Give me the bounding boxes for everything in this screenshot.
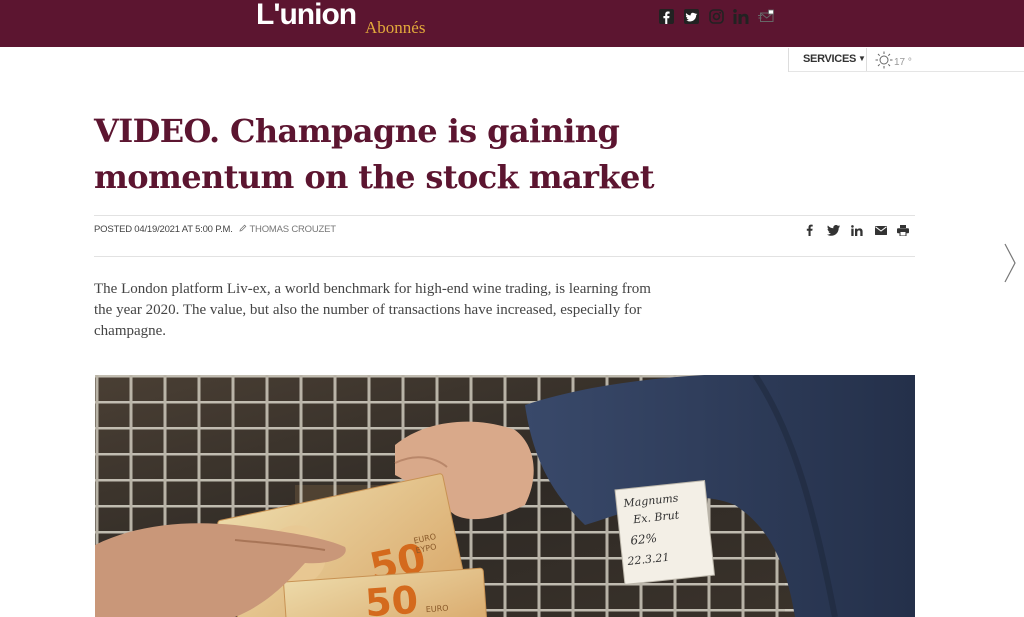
posted-date: POSTED 04/19/2021 AT 5:00 P.M.: [94, 224, 233, 235]
price-tag: Magnums Ex. Brut 62% 22.3.21: [614, 480, 716, 586]
author-name: THOMAS CROUZET: [249, 224, 336, 235]
weather-temperature: 17 °: [894, 57, 912, 68]
banknote-currency: EURO: [425, 604, 448, 615]
utility-underline: [789, 71, 1024, 72]
instagram-icon[interactable]: [708, 7, 725, 25]
article-meta: POSTED 04/19/2021 AT 5:00 P.M. THOMAS CR…: [94, 224, 336, 235]
twitter-icon[interactable]: [683, 7, 700, 25]
article-lede: The London platform Liv-ex, a world benc…: [94, 281, 651, 339]
share-mail-icon[interactable]: [874, 223, 888, 237]
facebook-icon[interactable]: [658, 7, 675, 25]
newsletter-icon[interactable]: [757, 7, 775, 25]
article-title: VIDEO. Champagne is gaining momentum on …: [94, 112, 655, 196]
share-facebook-icon[interactable]: [803, 223, 815, 237]
services-label: SERVICES: [803, 53, 857, 65]
article-photo: Magnums Ex. Brut 62% 22.3.21 50 EURO EYP…: [95, 375, 915, 617]
pencil-icon: [239, 224, 247, 232]
print-icon[interactable]: [896, 223, 910, 237]
share-linkedin-icon[interactable]: [850, 223, 864, 237]
banknote-value: 50: [364, 578, 420, 617]
price-tag-line: 62%: [630, 531, 658, 548]
caret-down-icon: ▼: [858, 54, 866, 63]
author-byline[interactable]: THOMAS CROUZET: [239, 224, 336, 235]
share-twitter-icon[interactable]: [825, 223, 841, 237]
utility-separator: [788, 48, 789, 72]
linkedin-icon[interactable]: [732, 7, 750, 25]
divider: [94, 256, 915, 257]
chevron-right-icon[interactable]: [1002, 242, 1018, 289]
site-header: L'union Abonnés: [0, 0, 1024, 47]
site-logo[interactable]: L'union: [256, 0, 357, 32]
subscribers-label[interactable]: Abonnés: [365, 18, 425, 38]
divider: [94, 215, 915, 216]
services-menu[interactable]: SERVICES ▼: [803, 53, 866, 65]
utility-separator: [866, 48, 867, 72]
photo-illustration: Magnums Ex. Brut 62% 22.3.21 50 EURO EYP…: [95, 375, 915, 617]
